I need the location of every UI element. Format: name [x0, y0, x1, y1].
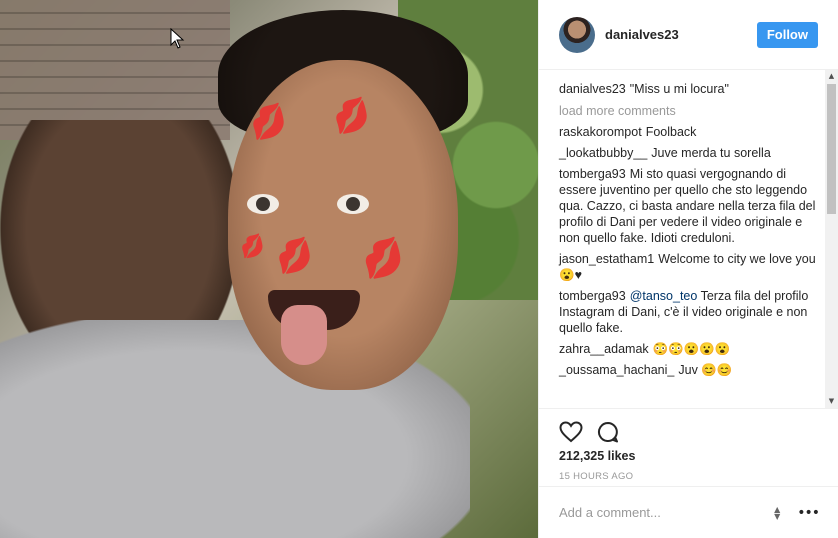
more-options-icon[interactable]: ••• — [797, 505, 820, 521]
comments-scrollbar[interactable]: ▲ ▼ — [825, 70, 838, 408]
comment-text: Juve merda tu sorella — [651, 146, 771, 160]
comment-username[interactable]: tomberga93 — [559, 167, 626, 181]
photo-left-eye — [247, 194, 279, 214]
follow-button[interactable]: Follow — [756, 21, 818, 48]
comment-text: Foolback — [645, 125, 697, 139]
likes-count[interactable]: 212,325 likes — [559, 449, 819, 463]
photo-tongue — [281, 305, 327, 365]
avatar[interactable] — [559, 16, 595, 53]
comment-mention-link[interactable]: @tanso_teo — [630, 289, 698, 303]
comment-text: 😳😳😮😮😮 — [652, 342, 731, 356]
list-item: _lookatbubby__ Juve merda tu sorella — [559, 145, 817, 161]
load-more-comments-link[interactable]: load more comments — [559, 104, 817, 118]
caption: danialves23 "Miss u mi locura" — [559, 81, 817, 97]
caption-username[interactable]: danialves23 — [559, 82, 626, 96]
mouse-cursor-icon — [170, 28, 185, 49]
comment-input[interactable] — [559, 505, 772, 520]
list-item: jason_estatham1 Welcome to city we love y… — [559, 251, 817, 283]
comment-username[interactable]: _oussama_hachani_ — [559, 363, 674, 377]
photo-right-eye — [337, 194, 369, 214]
comment-username[interactable]: tomberga93 — [559, 289, 626, 303]
comment-username[interactable]: zahra__adamak — [559, 342, 649, 356]
photo-stone-wall — [0, 0, 230, 140]
post-photo[interactable]: 💋 💋 💋 💋 💋 — [0, 0, 538, 538]
add-comment-bar: ▲▼ ••• — [539, 486, 838, 538]
scroll-up-arrow-icon[interactable]: ▲ — [825, 70, 838, 83]
list-item: tomberga93 Mi sto quasi vergognando di es… — [559, 166, 817, 246]
comment-text: Juv 😊😊 — [678, 363, 733, 377]
resize-spinner-icon[interactable]: ▲ ▼ — [771, 505, 783, 520]
list-item: zahra__adamak 😳😳😮😮😮 — [559, 341, 817, 357]
caption-text: "Miss u mi locura" — [629, 82, 729, 96]
list-item: raskakorompot Foolback — [559, 124, 817, 140]
speech-bubble-icon[interactable] — [597, 421, 619, 443]
heart-outline-icon[interactable] — [559, 421, 583, 443]
post-header: danialves23 Follow — [539, 0, 838, 70]
post-timestamp[interactable]: 15 HOURS AGO — [559, 471, 819, 482]
kiss-mark-icon: 💋 — [237, 231, 268, 261]
comments-list[interactable]: danialves23 "Miss u mi locura" load more … — [539, 70, 838, 408]
list-item: _oussama_hachani_ Juv 😊😊 — [559, 362, 817, 378]
list-item: tomberga93 @tanso_teo Terza fila del prof… — [559, 288, 817, 336]
kiss-mark-icon: 💋 — [357, 234, 409, 284]
comment-username[interactable]: _lookatbubby__ — [559, 146, 647, 160]
post-side-panel: danialves23 Follow danialves23 "Miss u mi… — [538, 0, 838, 538]
scrollbar-thumb[interactable] — [827, 84, 836, 214]
instagram-post-modal: 💋 💋 💋 💋 💋 danialves23 Follow danialves23… — [0, 0, 838, 538]
comment-username[interactable]: raskakorompot — [559, 125, 642, 139]
scroll-down-arrow-icon[interactable]: ▼ — [825, 395, 838, 408]
author-username[interactable]: danialves23 — [605, 27, 679, 42]
comment-username[interactable]: jason_estatham1 — [559, 252, 654, 266]
